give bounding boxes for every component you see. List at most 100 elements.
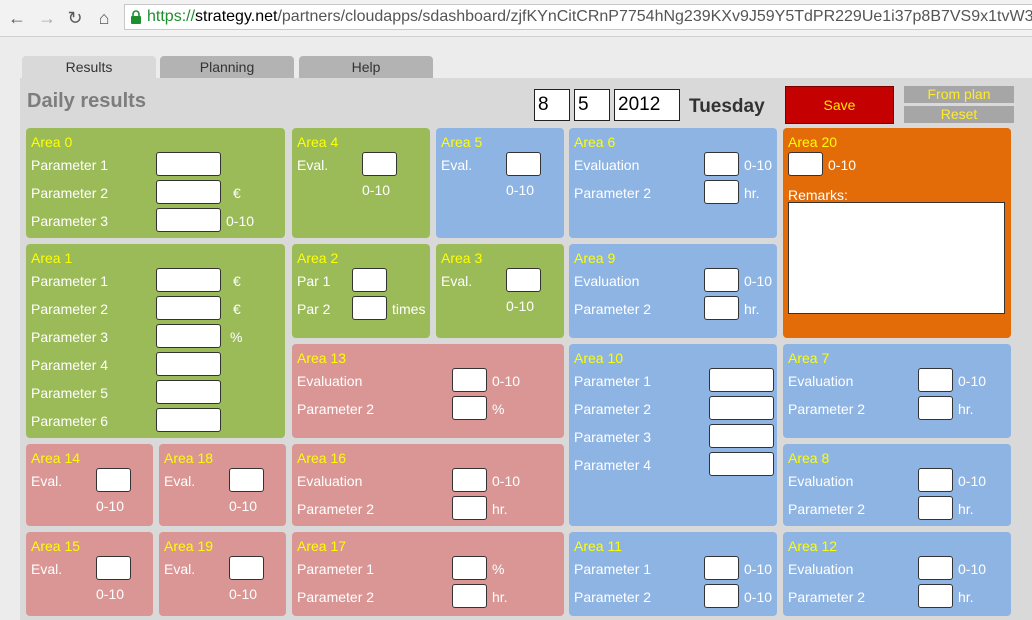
param-label: Parameter 1 bbox=[297, 561, 375, 577]
area-0-param-2-input[interactable] bbox=[156, 180, 221, 204]
area-13-box: Area 13 Evaluation 0-10 Parameter 2 % bbox=[292, 344, 564, 438]
area-0-param-1-input[interactable] bbox=[156, 152, 221, 176]
param-label: Par 1 bbox=[297, 273, 331, 289]
param-label: Eval. bbox=[441, 157, 473, 173]
area-7-evaluation-input[interactable] bbox=[918, 368, 953, 392]
param-label: Parameter 2 bbox=[574, 401, 652, 417]
param-label: Par 2 bbox=[297, 301, 331, 317]
area-16-param-2-input[interactable] bbox=[452, 496, 487, 520]
area-1-param-5-input[interactable] bbox=[156, 380, 221, 404]
area-0-box: Area 0 Parameter 1 Parameter 2 € Paramet… bbox=[26, 128, 285, 238]
save-button[interactable]: Save bbox=[785, 86, 894, 124]
area-13-evaluation-input[interactable] bbox=[452, 368, 487, 392]
area-1-param-4-input[interactable] bbox=[156, 352, 221, 376]
param-label: Evaluation bbox=[297, 473, 363, 489]
weekday-label: Tuesday bbox=[689, 96, 765, 117]
area-1-param-1-input[interactable] bbox=[156, 268, 221, 292]
scale-label: 0-10 bbox=[506, 298, 535, 314]
area-11-param-2-input[interactable] bbox=[704, 584, 739, 608]
area-8-evaluation-input[interactable] bbox=[918, 468, 953, 492]
area-10-param-1-input[interactable] bbox=[709, 368, 774, 392]
unit-label: 0-10 bbox=[744, 561, 773, 577]
area-6-param-2-input[interactable] bbox=[704, 180, 739, 204]
forward-arrow-icon[interactable]: → bbox=[36, 7, 58, 29]
from-plan-button[interactable]: From plan bbox=[904, 86, 1014, 103]
area-5-eval-input[interactable] bbox=[506, 152, 541, 176]
reset-button[interactable]: Reset bbox=[904, 106, 1014, 123]
area-9-evaluation-input[interactable] bbox=[704, 268, 739, 292]
area-0-param-3-input[interactable] bbox=[156, 208, 221, 232]
area-17-param-1-input[interactable] bbox=[452, 556, 487, 580]
area-2-box: Area 2 Par 1 Par 2 times bbox=[292, 244, 430, 338]
results-panel: Daily results Tuesday Save From plan Res… bbox=[20, 78, 1032, 620]
param-label: Eval. bbox=[164, 473, 196, 489]
unit-label: hr. bbox=[958, 501, 974, 517]
tab-help[interactable]: Help bbox=[299, 56, 433, 78]
area-15-eval-input[interactable] bbox=[96, 556, 131, 580]
param-label: Parameter 1 bbox=[31, 273, 109, 289]
area-10-param-3-input[interactable] bbox=[709, 424, 774, 448]
area-6-evaluation-input[interactable] bbox=[704, 152, 739, 176]
area-title: Area 13 bbox=[297, 350, 347, 366]
unit-label: 0-10 bbox=[492, 473, 521, 489]
browser-toolbar: ← → ↻ ⌂ https://strategy.net/partners/cl… bbox=[0, 0, 1032, 37]
remarks-textarea[interactable] bbox=[788, 202, 1005, 314]
back-arrow-icon[interactable]: ← bbox=[6, 7, 28, 29]
area-title: Area 6 bbox=[574, 134, 616, 150]
area-10-param-2-input[interactable] bbox=[709, 396, 774, 420]
area-17-param-2-input[interactable] bbox=[452, 584, 487, 608]
scale-label: 0-10 bbox=[362, 182, 391, 198]
area-14-eval-input[interactable] bbox=[96, 468, 131, 492]
area-12-param-2-input[interactable] bbox=[918, 584, 953, 608]
home-icon[interactable]: ⌂ bbox=[93, 7, 115, 29]
area-13-param-2-input[interactable] bbox=[452, 396, 487, 420]
month-input[interactable] bbox=[574, 89, 610, 121]
tab-results[interactable]: Results bbox=[22, 56, 156, 78]
area-4-eval-input[interactable] bbox=[362, 152, 397, 176]
area-10-param-4-input[interactable] bbox=[709, 452, 774, 476]
param-label: Evaluation bbox=[788, 473, 854, 489]
param-label: Eval. bbox=[441, 273, 473, 289]
url-scheme: https:// bbox=[147, 8, 196, 25]
param-label: Parameter 3 bbox=[31, 329, 109, 345]
tab-planning[interactable]: Planning bbox=[160, 56, 294, 78]
day-input[interactable] bbox=[534, 89, 570, 121]
area-2-par-1-input[interactable] bbox=[352, 268, 387, 292]
year-input[interactable] bbox=[614, 89, 680, 121]
area-3-eval-input[interactable] bbox=[506, 268, 541, 292]
area-1-param-2-input[interactable] bbox=[156, 296, 221, 320]
address-bar[interactable]: https://strategy.net/partners/cloudapps/… bbox=[124, 4, 1032, 30]
area-9-param-2-input[interactable] bbox=[704, 296, 739, 320]
area-title: Area 11 bbox=[574, 538, 622, 554]
area-1-param-3-input[interactable] bbox=[156, 324, 221, 348]
area-1-param-6-input[interactable] bbox=[156, 408, 221, 432]
lock-icon bbox=[131, 10, 141, 24]
area-title: Area 12 bbox=[788, 538, 838, 554]
reload-icon[interactable]: ↻ bbox=[64, 7, 86, 29]
area-7-param-2-input[interactable] bbox=[918, 396, 953, 420]
area-3-box: Area 3 Eval. 0-10 bbox=[436, 244, 564, 338]
unit-label: hr. bbox=[958, 589, 974, 605]
scale-label: 0-10 bbox=[229, 586, 258, 602]
area-12-evaluation-input[interactable] bbox=[918, 556, 953, 580]
area-11-param-1-input[interactable] bbox=[704, 556, 739, 580]
area-18-eval-input[interactable] bbox=[229, 468, 264, 492]
unit-label: 0-10 bbox=[828, 157, 857, 173]
unit-label: € bbox=[233, 273, 241, 289]
unit-label: % bbox=[230, 329, 243, 345]
unit-label: 0-10 bbox=[744, 157, 773, 173]
unit-label: 0-10 bbox=[744, 273, 773, 289]
param-label: Parameter 2 bbox=[574, 185, 652, 201]
area-15-box: Area 15 Eval. 0-10 bbox=[26, 532, 153, 616]
scale-label: 0-10 bbox=[506, 182, 535, 198]
area-2-par-2-input[interactable] bbox=[352, 296, 387, 320]
area-20-evaluation-input[interactable] bbox=[788, 152, 823, 176]
area-8-param-2-input[interactable] bbox=[918, 496, 953, 520]
param-label: Parameter 1 bbox=[31, 157, 109, 173]
param-label: Evaluation bbox=[574, 273, 640, 289]
area-title: Area 7 bbox=[788, 350, 830, 366]
area-16-evaluation-input[interactable] bbox=[452, 468, 487, 492]
area-14-box: Area 14 Eval. 0-10 bbox=[26, 444, 153, 526]
area-19-eval-input[interactable] bbox=[229, 556, 264, 580]
area-7-box: Area 7 Evaluation 0-10 Parameter 2 hr. bbox=[783, 344, 1011, 438]
